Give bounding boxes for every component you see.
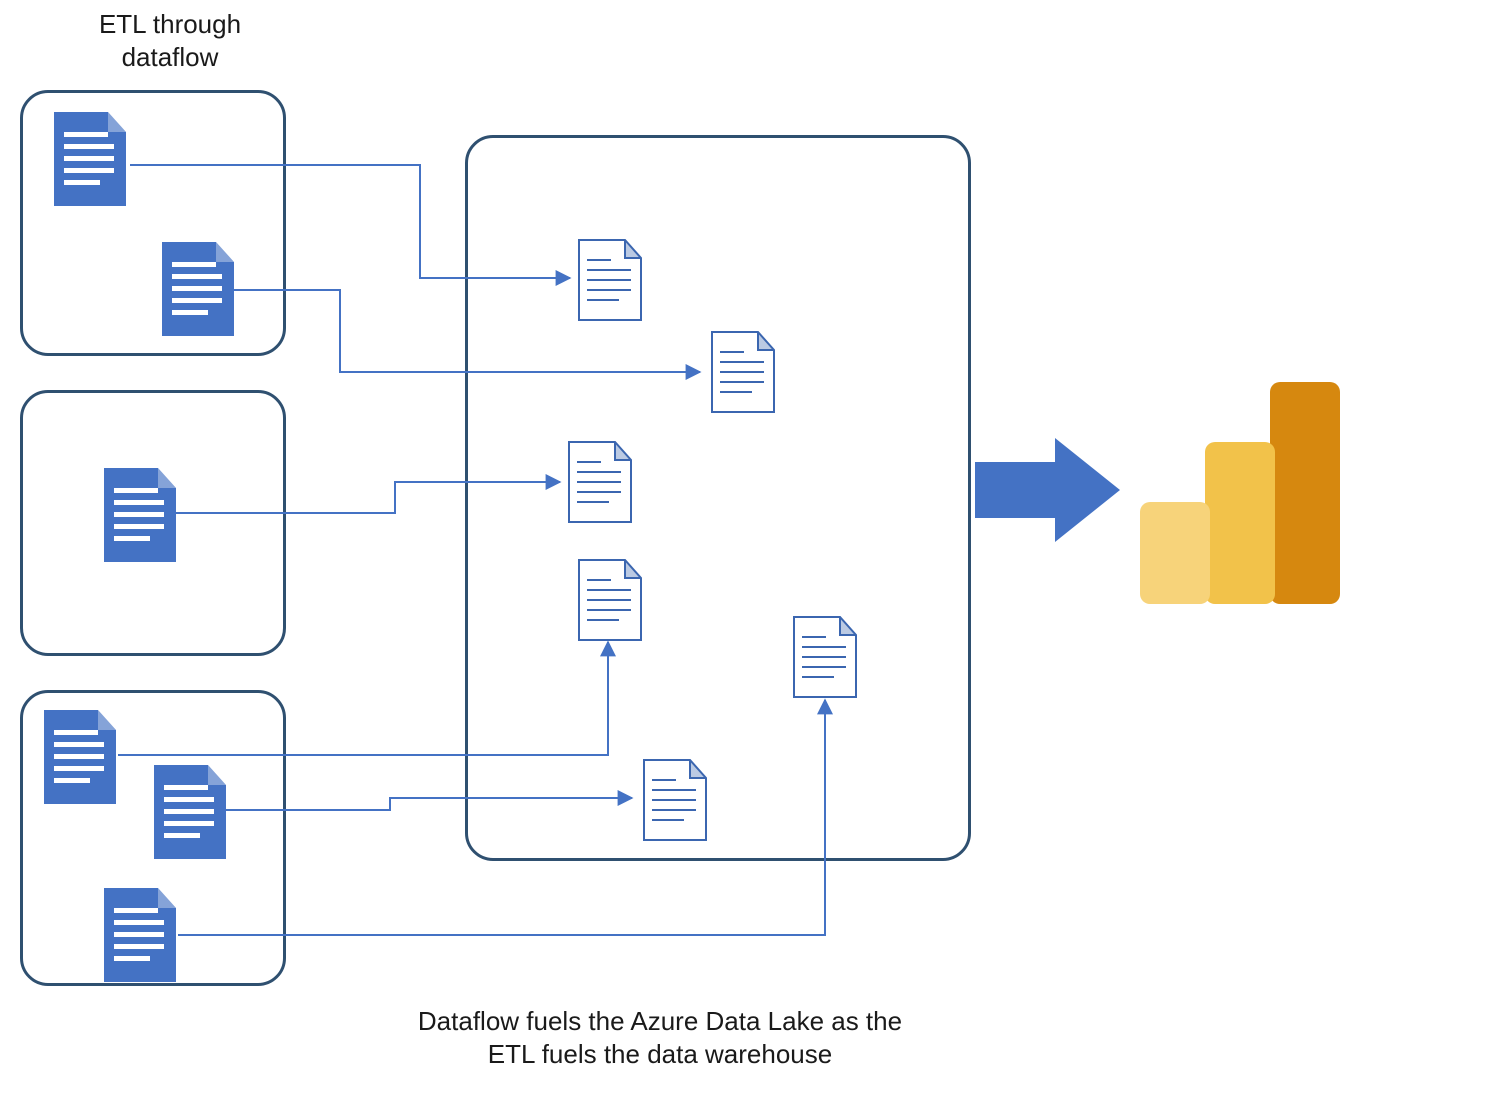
document-icon bbox=[100, 468, 180, 571]
document-icon bbox=[708, 330, 778, 421]
caption: Dataflow fuels the Azure Data Lake as th… bbox=[350, 1005, 970, 1070]
document-icon bbox=[640, 758, 710, 849]
arrow-right-icon bbox=[975, 430, 1125, 550]
diagram-canvas: ETL through dataflow Data warehouse in A… bbox=[0, 0, 1505, 1111]
etl-title: ETL through dataflow bbox=[40, 8, 300, 73]
document-icon bbox=[100, 888, 180, 991]
document-icon bbox=[575, 238, 645, 329]
document-icon bbox=[40, 710, 120, 813]
warehouse-box bbox=[465, 135, 971, 861]
document-icon bbox=[50, 112, 130, 215]
document-icon bbox=[790, 615, 860, 706]
document-icon bbox=[150, 765, 230, 868]
document-icon bbox=[575, 558, 645, 649]
document-icon bbox=[565, 440, 635, 531]
document-icon bbox=[158, 242, 238, 345]
powerbi-icon bbox=[1130, 372, 1360, 622]
